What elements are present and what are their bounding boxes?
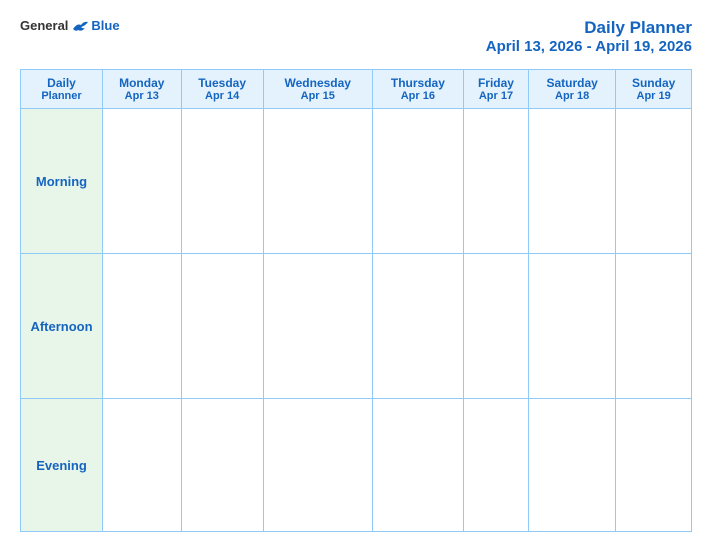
morning-friday[interactable] — [463, 109, 528, 254]
evening-sunday[interactable] — [616, 399, 692, 532]
afternoon-monday[interactable] — [103, 254, 182, 399]
morning-saturday[interactable] — [529, 109, 616, 254]
col-header-wednesday: Wednesday Apr 15 — [263, 70, 372, 109]
evening-tuesday[interactable] — [181, 399, 263, 532]
afternoon-row: Afternoon — [21, 254, 692, 399]
afternoon-saturday[interactable] — [529, 254, 616, 399]
logo-bird-icon — [71, 19, 89, 33]
afternoon-sunday[interactable] — [616, 254, 692, 399]
col-header-thursday: Thursday Apr 16 — [372, 70, 463, 109]
evening-row: Evening — [21, 399, 692, 532]
title-area: Daily Planner April 13, 2026 - April 19,… — [486, 18, 692, 55]
morning-sunday[interactable] — [616, 109, 692, 254]
afternoon-tuesday[interactable] — [181, 254, 263, 399]
planner-label-line1: Daily — [25, 76, 98, 90]
col-header-tuesday: Tuesday Apr 14 — [181, 70, 263, 109]
afternoon-friday[interactable] — [463, 254, 528, 399]
col-header-friday: Friday Apr 17 — [463, 70, 528, 109]
col-header-sunday: Sunday Apr 19 — [616, 70, 692, 109]
col-header-monday: Monday Apr 13 — [103, 70, 182, 109]
afternoon-thursday[interactable] — [372, 254, 463, 399]
header: General Blue Daily Planner April 13, 202… — [20, 18, 692, 55]
evening-label: Evening — [21, 399, 103, 532]
afternoon-wednesday[interactable] — [263, 254, 372, 399]
morning-label: Morning — [21, 109, 103, 254]
evening-wednesday[interactable] — [263, 399, 372, 532]
evening-saturday[interactable] — [529, 399, 616, 532]
logo-text: General Blue — [20, 18, 120, 33]
logo-blue: Blue — [91, 18, 119, 33]
page-title: Daily Planner — [486, 18, 692, 38]
logo-general: General — [20, 18, 68, 33]
afternoon-label: Afternoon — [21, 254, 103, 399]
evening-thursday[interactable] — [372, 399, 463, 532]
evening-friday[interactable] — [463, 399, 528, 532]
col-header-saturday: Saturday Apr 18 — [529, 70, 616, 109]
evening-monday[interactable] — [103, 399, 182, 532]
calendar-table: Daily Planner Monday Apr 13 Tuesday Apr … — [20, 69, 692, 532]
morning-monday[interactable] — [103, 109, 182, 254]
morning-row: Morning — [21, 109, 692, 254]
morning-wednesday[interactable] — [263, 109, 372, 254]
morning-tuesday[interactable] — [181, 109, 263, 254]
date-range: April 13, 2026 - April 19, 2026 — [486, 38, 692, 55]
page: General Blue Daily Planner April 13, 202… — [0, 0, 712, 550]
col-header-planner: Daily Planner — [21, 70, 103, 109]
header-row: Daily Planner Monday Apr 13 Tuesday Apr … — [21, 70, 692, 109]
morning-thursday[interactable] — [372, 109, 463, 254]
logo-area: General Blue — [20, 18, 120, 33]
planner-label-line2: Planner — [25, 90, 98, 102]
